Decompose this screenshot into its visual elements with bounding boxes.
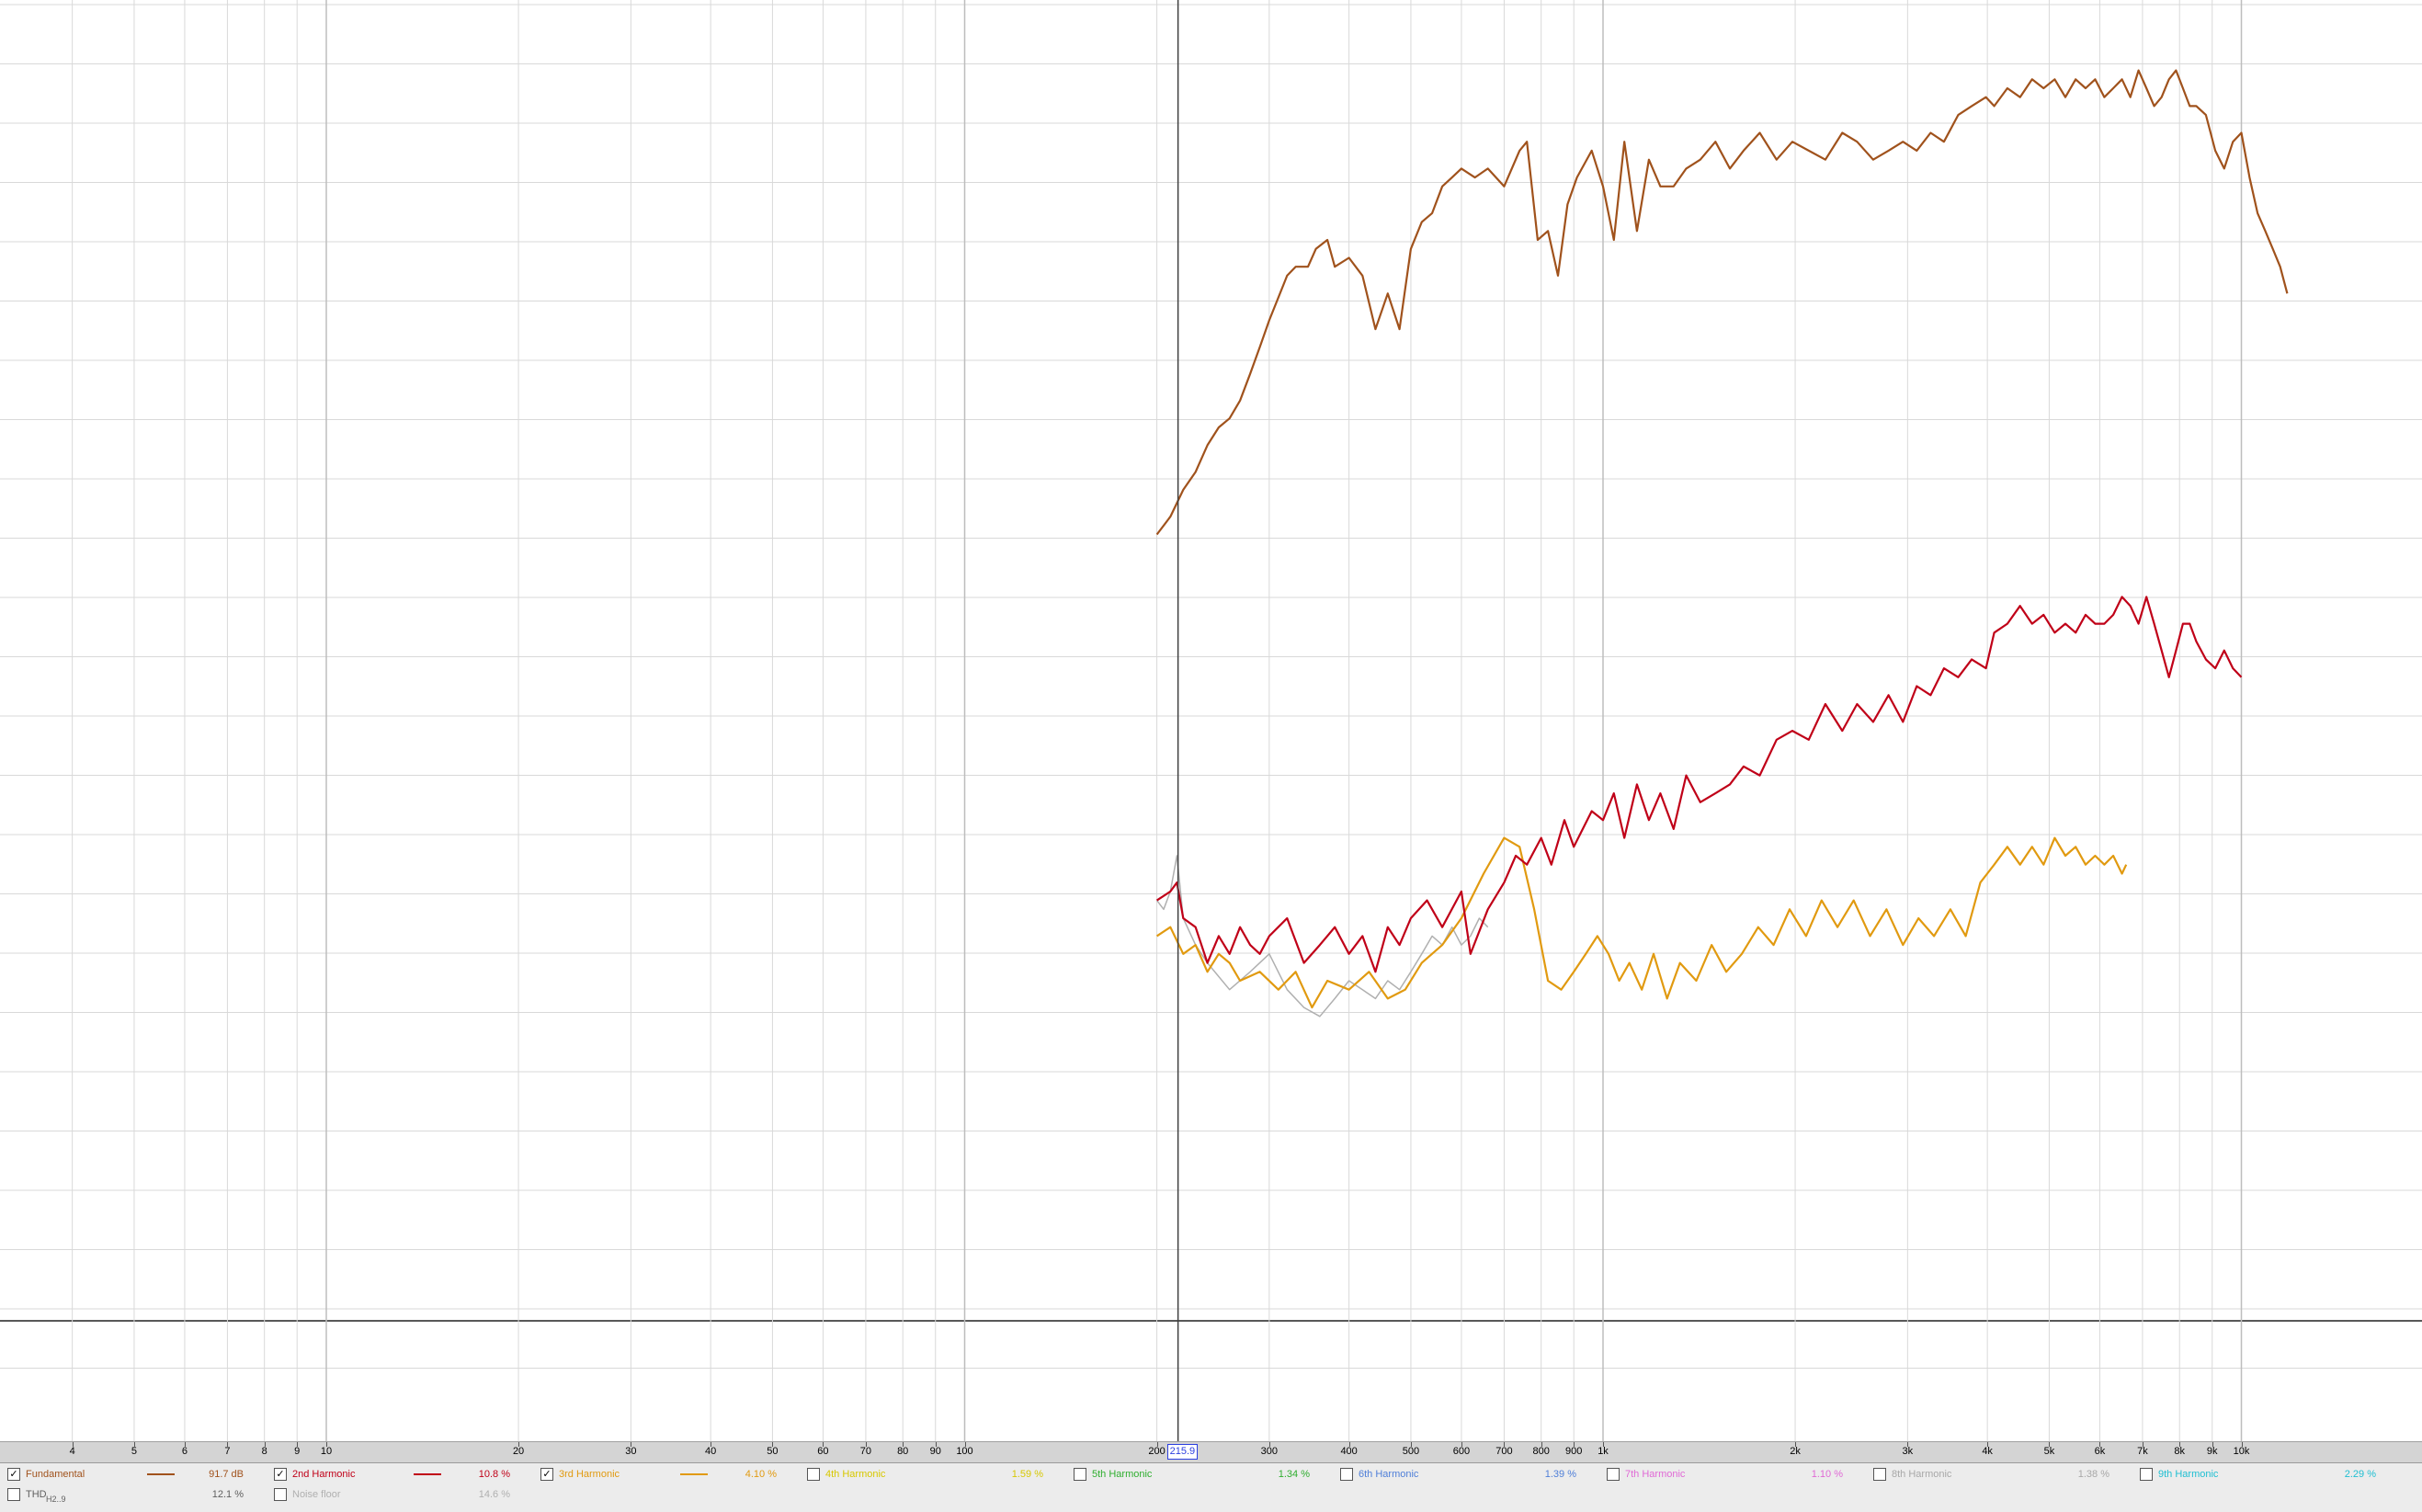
legend-value-thd: 12.1 % [211, 1489, 244, 1500]
legend-item-3rd-harmonic: ✓ 3rd Harmonic 4.10 % [533, 1465, 795, 1484]
legend-label-thd: THD [26, 1489, 47, 1500]
checkbox-5th-harmonic[interactable] [1074, 1468, 1086, 1481]
legend-item-thd: THD H2..9 12.1 % [0, 1485, 262, 1504]
checkbox-4th-harmonic[interactable] [807, 1468, 820, 1481]
axis-tick-label: 8 [261, 1446, 267, 1457]
legend-item-7th-harmonic: 7th Harmonic 1.10 % [1599, 1465, 1861, 1484]
trace-fundamental [1155, 69, 2289, 536]
axis-tick-label: 4k [1982, 1446, 1993, 1457]
checkbox-thd[interactable] [7, 1488, 20, 1501]
legend-swatch [414, 1473, 441, 1475]
trace-legend: ✓ Fundamental 91.7 dB ✓ 2nd Harmonic 10.8 % ✓ 3… [0, 1462, 2422, 1512]
axis-tick-label: 4 [69, 1446, 75, 1457]
legend-item-6th-harmonic: 6th Harmonic 1.39 % [1333, 1465, 1595, 1484]
checkbox-7th-harmonic[interactable] [1607, 1468, 1620, 1481]
checkbox-noise-floor[interactable] [274, 1488, 287, 1501]
legend-item-8th-harmonic: 8th Harmonic 1.38 % [1866, 1465, 2128, 1484]
trace-2nd-harmonic [1155, 596, 2243, 973]
legend-item-2nd-harmonic: ✓ 2nd Harmonic 10.8 % [267, 1465, 529, 1484]
axis-tick-label: 300 [1260, 1446, 1279, 1457]
legend-item-9th-harmonic: 9th Harmonic 2.29 % [2132, 1465, 2394, 1484]
legend-value-3rd-harmonic: 4.10 % [745, 1469, 777, 1480]
axis-tick-label: 800 [1532, 1446, 1550, 1457]
legend-item-4th-harmonic: 4th Harmonic 1.59 % [800, 1465, 1062, 1484]
axis-tick-label: 600 [1452, 1446, 1471, 1457]
axis-tick-label: 6k [2094, 1446, 2106, 1457]
legend-value-fundamental: 91.7 dB [209, 1469, 244, 1480]
legend-value-9th-harmonic: 2.29 % [2344, 1469, 2376, 1480]
legend-value-5th-harmonic: 1.34 % [1278, 1469, 1310, 1480]
checkbox-6th-harmonic[interactable] [1340, 1468, 1353, 1481]
legend-label-subscript: H2..9 [46, 1495, 66, 1504]
axis-tick-label: 8k [2174, 1446, 2185, 1457]
legend-value-8th-harmonic: 1.38 % [2077, 1469, 2109, 1480]
legend-label-4th-harmonic: 4th Harmonic [825, 1469, 886, 1480]
axis-tick-label: 7k [2137, 1446, 2148, 1457]
checkbox-8th-harmonic[interactable] [1873, 1468, 1886, 1481]
trace-noise-floor [1156, 855, 1489, 1017]
legend-label-5th-harmonic: 5th Harmonic [1092, 1469, 1153, 1480]
rew-distortion-window: 4 5 6 7 8 9 10 20 30 40 50 60 70 80 90 100 200 300 400 500 6… [0, 0, 2422, 1512]
axis-tick-label: 30 [625, 1446, 637, 1457]
axis-tick-label: 80 [897, 1446, 909, 1457]
legend-value-noise-floor: 14.6 % [478, 1489, 510, 1500]
axis-tick-label: 5k [2043, 1446, 2055, 1457]
legend-label-2nd-harmonic: 2nd Harmonic [292, 1469, 356, 1480]
axis-tick-label: 2k [1790, 1446, 1801, 1457]
axis-tick-label: 5 [131, 1446, 137, 1457]
legend-label-7th-harmonic: 7th Harmonic [1625, 1469, 1686, 1480]
legend-value-2nd-harmonic: 10.8 % [478, 1469, 510, 1480]
chart-canvas[interactable] [0, 0, 2422, 1441]
trace-3rd-harmonic [1155, 836, 2128, 1009]
grid-vertical [72, 0, 2243, 1441]
axis-tick-label: 100 [956, 1446, 973, 1457]
legend-value-6th-harmonic: 1.39 % [1544, 1469, 1576, 1480]
checkbox-fundamental[interactable]: ✓ [7, 1468, 20, 1481]
legend-item-5th-harmonic: 5th Harmonic 1.34 % [1066, 1465, 1328, 1484]
legend-label-6th-harmonic: 6th Harmonic [1359, 1469, 1419, 1480]
axis-tick-label: 1k [1598, 1446, 1609, 1457]
cursor-frequency-readout: 215.9 [1166, 1444, 1199, 1460]
legend-label-8th-harmonic: 8th Harmonic [1892, 1469, 1952, 1480]
axis-tick-label: 40 [705, 1446, 717, 1457]
axis-tick-label: 10k [2233, 1446, 2250, 1457]
checkbox-2nd-harmonic[interactable]: ✓ [274, 1468, 287, 1481]
axis-tick-label: 400 [1340, 1446, 1358, 1457]
legend-item-noise-floor: Noise floor 14.6 % [267, 1485, 529, 1504]
legend-swatch [680, 1473, 708, 1475]
distortion-plot[interactable] [0, 0, 2422, 1441]
checkbox-9th-harmonic[interactable] [2140, 1468, 2153, 1481]
legend-label-noise-floor: Noise floor [292, 1489, 341, 1500]
legend-label-9th-harmonic: 9th Harmonic [2158, 1469, 2219, 1480]
axis-tick-label: 3k [1902, 1446, 1914, 1457]
legend-value-7th-harmonic: 1.10 % [1811, 1469, 1843, 1480]
axis-tick-label: 60 [817, 1446, 829, 1457]
legend-value-4th-harmonic: 1.59 % [1011, 1469, 1043, 1480]
axis-tick-label: 6 [181, 1446, 188, 1457]
legend-item-fundamental: ✓ Fundamental 91.7 dB [0, 1465, 262, 1484]
axis-tick-label: 70 [859, 1446, 872, 1457]
legend-label-3rd-harmonic: 3rd Harmonic [559, 1469, 620, 1480]
axis-tick-label: 700 [1495, 1446, 1513, 1457]
grid-horizontal [0, 4, 2422, 1369]
frequency-axis: 4 5 6 7 8 9 10 20 30 40 50 60 70 80 90 100 200 300 400 500 6… [0, 1441, 2422, 1462]
axis-tick-label: 50 [767, 1446, 779, 1457]
legend-label-fundamental: Fundamental [26, 1469, 85, 1480]
axis-tick-label: 10 [320, 1446, 333, 1457]
axis-tick-label: 500 [1402, 1446, 1420, 1457]
axis-tick-label: 20 [512, 1446, 525, 1457]
axis-tick-label: 7 [224, 1446, 231, 1457]
checkbox-3rd-harmonic[interactable]: ✓ [540, 1468, 553, 1481]
legend-swatch [147, 1473, 175, 1475]
